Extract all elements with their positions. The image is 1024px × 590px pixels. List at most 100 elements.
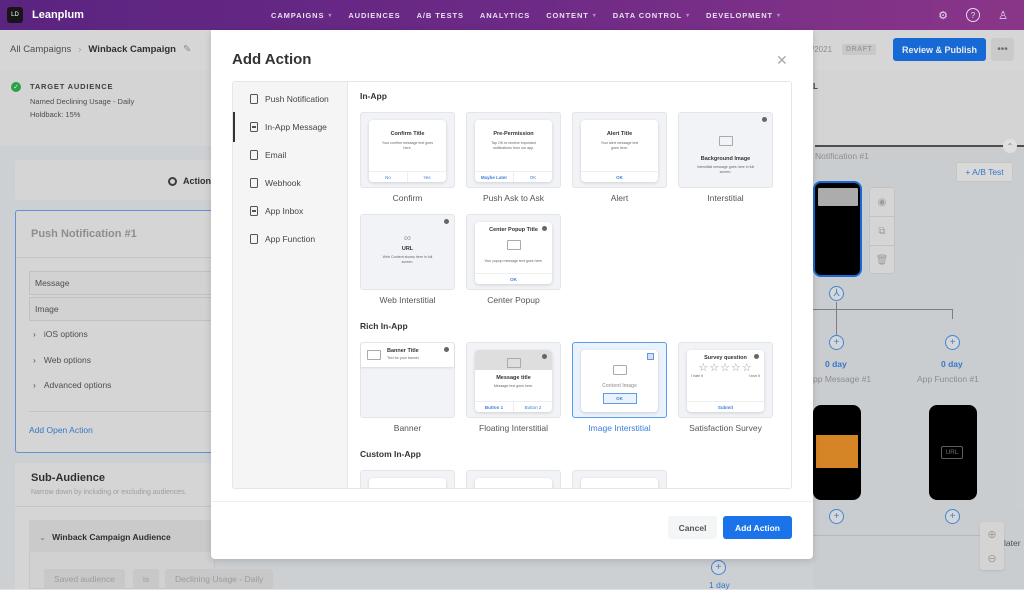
template-floating-interstitial[interactable]: Message title Message text goes here. Bu… — [466, 342, 561, 418]
brand-name[interactable]: Leanplum — [32, 9, 84, 21]
preview-button: No — [369, 172, 408, 182]
more-options-button[interactable]: ••• — [991, 38, 1014, 61]
nav-label: CAMPAIGNS — [271, 10, 325, 20]
sidebar-item-app-function[interactable]: App Function — [250, 232, 315, 246]
nav-content[interactable]: CONTENT ▾ — [546, 11, 596, 20]
top-icons: ⚙ ? ♙ — [936, 8, 1010, 22]
criteria-operator-select[interactable]: is — [133, 569, 160, 589]
split-icon[interactable]: ⅄ — [829, 286, 844, 301]
modal-body: Push Notification In-App Message Email W… — [232, 81, 792, 489]
later-label: later — [1004, 538, 1021, 548]
template-interstitial[interactable]: Background Image Interstitial message go… — [678, 112, 773, 188]
nav-data-control[interactable]: DATA CONTROL ▾ — [613, 11, 690, 20]
ab-test-button[interactable]: + A/B Test — [956, 162, 1013, 182]
node-toolbar: ◉ ⧉ 🗑 — [869, 187, 895, 274]
user-icon[interactable]: ♙ — [996, 8, 1010, 22]
template-confirm[interactable]: Confirm Title Your confirm message text … — [360, 112, 455, 188]
section-title-in-app: In-App — [360, 91, 387, 101]
preview-text: Your popup message text goes here. — [484, 259, 543, 263]
sidebar-item-app-inbox[interactable]: App Inbox — [250, 204, 303, 218]
breadcrumb-all-campaigns[interactable]: All Campaigns — [10, 44, 71, 55]
preview-text: Web Content shows here in full screen. — [382, 255, 433, 264]
template-custom[interactable] — [360, 470, 455, 488]
advanced-options-toggle[interactable]: › Advanced options — [33, 380, 111, 390]
add-step-icon[interactable]: + — [829, 335, 844, 350]
actions-radio[interactable]: Action — [168, 176, 211, 186]
help-icon[interactable]: ? — [966, 8, 980, 22]
add-step-icon[interactable]: + — [711, 560, 726, 575]
ios-options-toggle[interactable]: › iOS options — [33, 329, 88, 339]
divider — [813, 535, 983, 536]
template-center-popup[interactable]: Center Popup Title Your popup message te… — [466, 214, 561, 290]
image-field[interactable]: Image — [29, 297, 215, 321]
audience-group-title[interactable]: ⌄ Winback Campaign Audience — [39, 532, 171, 543]
pencil-icon[interactable]: ✎ — [183, 44, 191, 55]
template-label: Confirm — [392, 193, 423, 203]
add-step-icon[interactable]: + — [945, 509, 960, 524]
add-action-button[interactable]: Add Action — [723, 516, 792, 539]
preview-button: OK — [529, 174, 537, 180]
template-label: Banner — [393, 423, 422, 433]
sidebar-label: App Inbox — [265, 206, 304, 216]
collapse-icon[interactable]: ⌃ — [1003, 139, 1017, 153]
add-step-icon[interactable]: + — [829, 509, 844, 524]
nav-label: ANALYTICS — [479, 10, 531, 20]
template-push-ask-to-ask[interactable]: Pre-Permission Tap OK to receive importa… — [466, 112, 561, 188]
criteria-value-select[interactable]: Declining Usage - Daily — [165, 569, 274, 589]
sidebar-item-push-notification[interactable]: Push Notification — [250, 92, 329, 106]
sidebar-item-webhook[interactable]: Webhook — [250, 176, 301, 190]
url-badge: URL — [941, 446, 963, 459]
nav-development[interactable]: DEVELOPMENT ▾ — [706, 11, 781, 20]
template-label: Satisfaction Survey — [689, 423, 762, 433]
template-banner[interactable]: Banner Title Text for your banner — [360, 342, 455, 418]
add-step-icon[interactable]: + — [945, 335, 960, 350]
notification-phone-preview[interactable] — [813, 181, 862, 277]
push-notification-title: Push Notification #1 — [31, 228, 137, 240]
template-satisfaction-survey[interactable]: Survey question ☆☆☆☆☆ I hate it I love it… — [678, 342, 773, 418]
zoom-out-icon[interactable]: ⊖ — [980, 546, 1004, 570]
template-web-interstitial[interactable]: ∞ URL Web Content shows here in full scr… — [360, 214, 455, 290]
preview-buttons: Button 1 Button 2 — [475, 401, 552, 412]
logo[interactable]: LD — [7, 7, 23, 23]
preview-title: Banner Title — [387, 348, 419, 354]
nav-campaigns[interactable]: CAMPAIGNS ▾ — [271, 11, 332, 20]
rating-low-label: I hate it — [691, 374, 703, 378]
preview-buttons: Maybe Later OK — [475, 171, 552, 182]
template-alert[interactable]: Alert Title Your alert message text goes… — [572, 112, 667, 188]
message-field[interactable]: Message — [29, 271, 215, 295]
preview-buttons: Submit — [687, 401, 764, 412]
trash-icon[interactable]: 🗑 — [870, 246, 894, 275]
in-app-phone-preview[interactable] — [813, 405, 861, 500]
app-function-phone-preview[interactable]: URL — [929, 405, 977, 500]
web-options-toggle[interactable]: › Web options — [33, 355, 91, 365]
template-preview: Center Popup Title Your popup message te… — [475, 222, 552, 284]
template-custom[interactable] — [466, 470, 561, 488]
cancel-button[interactable]: Cancel — [668, 516, 717, 539]
preview-button: Submit — [717, 404, 734, 410]
add-open-action-link[interactable]: Add Open Action — [29, 425, 93, 435]
nav-audiences[interactable]: AUDIENCES — [348, 11, 400, 20]
nav-analytics[interactable]: ANALYTICS — [480, 11, 530, 20]
preview-button: OK — [602, 393, 637, 404]
template-gallery: In-App Confirm Title Your confirm messag… — [348, 82, 791, 488]
banner-preview: Banner Title Text for your banner — [361, 343, 454, 367]
review-publish-button[interactable]: Review & Publish — [893, 38, 986, 61]
zoom-in-icon[interactable]: ⊕ — [980, 522, 1004, 546]
sub-audience-description: Narrow down by including or excluding au… — [31, 489, 187, 496]
nav-ab-tests[interactable]: A/B TESTS — [417, 11, 464, 20]
sidebar-item-in-app-message[interactable]: In-App Message — [250, 120, 327, 134]
target-audience-name: Named Declining Usage - Daily — [30, 97, 135, 106]
gear-icon[interactable]: ⚙ — [936, 8, 950, 22]
rating-high-label: I love it — [748, 374, 760, 378]
criteria-type-select[interactable]: Saved audience — [44, 569, 125, 589]
template-custom[interactable] — [572, 470, 667, 488]
divider — [211, 501, 813, 502]
app-function-icon — [250, 234, 258, 244]
duplicate-icon[interactable]: ⧉ — [870, 217, 894, 246]
template-label: Center Popup — [487, 295, 540, 305]
close-icon[interactable]: ✕ — [776, 52, 788, 69]
template-preview: Pre-Permission Tap OK to receive importa… — [475, 120, 552, 182]
preview-eye-icon[interactable]: ◉ — [870, 188, 894, 217]
template-image-interstitial[interactable]: Content Image OK — [572, 342, 667, 418]
sidebar-item-email[interactable]: Email — [250, 148, 286, 162]
